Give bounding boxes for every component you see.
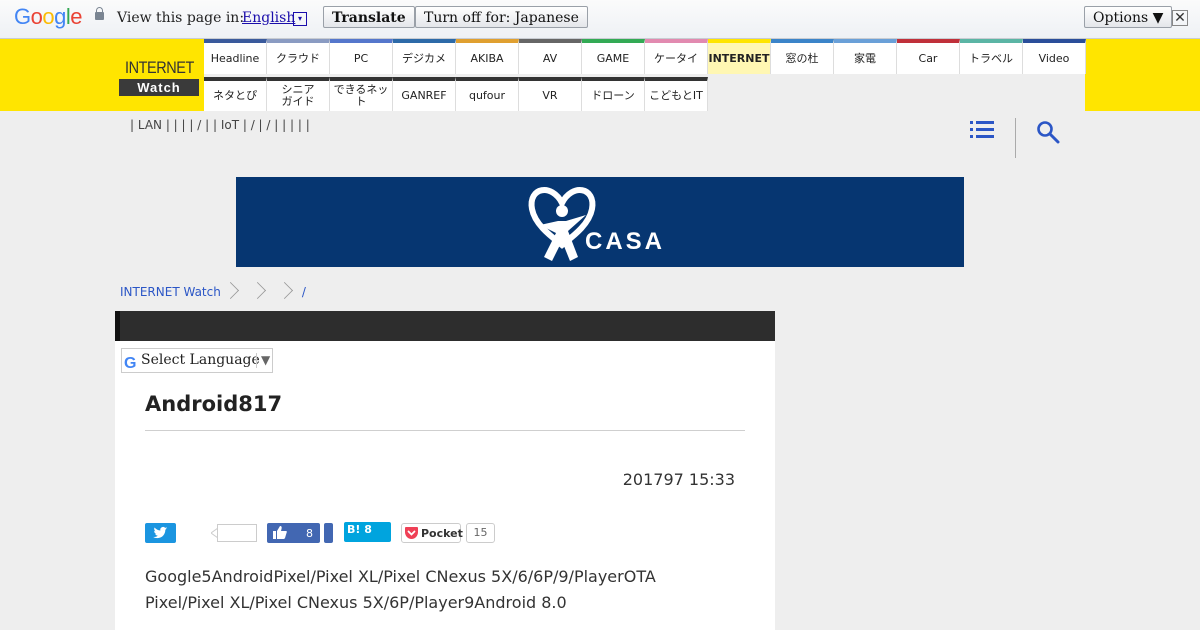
- chevron-right-icon: [275, 282, 293, 299]
- language-select[interactable]: G Select Language ▼: [121, 348, 273, 373]
- google-g-icon: G: [124, 355, 137, 372]
- share-count-box: [217, 524, 257, 542]
- chevron-right-icon: [248, 282, 266, 299]
- nav-tab[interactable]: AV: [519, 39, 582, 74]
- sub-navigation[interactable]: | LAN | | | | / | | IoT | / | / | | | | …: [130, 118, 310, 136]
- breadcrumb: INTERNET Watch /: [120, 281, 306, 299]
- hatena-bookmark-label: B! 8: [347, 523, 372, 536]
- facebook-share-button[interactable]: [324, 523, 333, 543]
- options-button[interactable]: Options ▼: [1084, 6, 1173, 28]
- chevron-right-icon: [221, 282, 239, 299]
- nav-tab[interactable]: 窓の杜: [771, 39, 834, 74]
- language-select-label: Select Language: [141, 352, 260, 368]
- category-bar: [115, 311, 775, 341]
- pocket-button[interactable]: Pocket: [401, 523, 463, 543]
- nav-tab[interactable]: AKIBA: [456, 39, 519, 74]
- nav-subtab[interactable]: ネタとぴ: [204, 77, 267, 111]
- nav-tab[interactable]: Headline: [204, 39, 267, 74]
- twitter-bird-icon: [153, 526, 168, 539]
- ad-brand-text: CASA: [585, 228, 666, 255]
- lock-icon: [95, 7, 104, 20]
- nav-tab[interactable]: ケータイ: [645, 39, 708, 74]
- nav-tab[interactable]: クラウド: [267, 39, 330, 74]
- turn-off-button[interactable]: Turn off for: Japanese: [415, 6, 588, 28]
- search-icon[interactable]: [1036, 120, 1060, 144]
- article-date: 201797 15:33: [622, 470, 735, 489]
- nav-tab[interactable]: PC: [330, 39, 393, 74]
- facebook-like-button[interactable]: 8: [267, 523, 320, 543]
- translate-button[interactable]: Translate: [323, 6, 415, 28]
- logo-internet-text: INTERNET: [125, 58, 194, 77]
- breadcrumb-last-link[interactable]: /: [302, 285, 306, 299]
- article-body-line: Pixel/Pixel XL/Pixel CNexus 5X/6P/Player…: [145, 593, 567, 612]
- nav-subtab[interactable]: ドローン: [582, 77, 645, 111]
- site-logo[interactable]: INTERNET Watch: [119, 57, 199, 97]
- select-divider: [256, 353, 257, 368]
- title-divider: [145, 430, 745, 431]
- logo-watch-text: Watch: [119, 79, 199, 96]
- site-header-right: [1085, 39, 1200, 111]
- nav-tab[interactable]: Car: [897, 39, 960, 74]
- pocket-icon: [405, 527, 418, 539]
- nav-tab[interactable]: GAME: [582, 39, 645, 74]
- target-language-link[interactable]: English: [242, 10, 295, 26]
- close-icon[interactable]: ✕: [1172, 10, 1188, 26]
- nav-tab[interactable]: INTERNET: [708, 39, 771, 74]
- menu-icon[interactable]: [970, 120, 994, 140]
- nav-subtab[interactable]: VR: [519, 77, 582, 111]
- twitter-share-button[interactable]: [145, 523, 176, 543]
- breadcrumb-home-link[interactable]: INTERNET Watch: [120, 285, 221, 299]
- nav-subtab[interactable]: できるネット: [330, 77, 393, 111]
- nav-tab[interactable]: 家電: [834, 39, 897, 74]
- nav-subtab[interactable]: qufour: [456, 77, 519, 111]
- thumbs-up-icon: [273, 526, 287, 539]
- google-logo: Google: [14, 4, 83, 29]
- nav-subtab[interactable]: こどもとIT: [645, 77, 708, 111]
- header-divider: [1015, 118, 1016, 158]
- nav-subtab[interactable]: シニア ガイド: [267, 77, 330, 111]
- chevron-down-icon: ▼: [261, 353, 271, 367]
- facebook-like-count: 8: [306, 527, 313, 540]
- nav-tab[interactable]: デジカメ: [393, 39, 456, 74]
- hatena-bookmark-button[interactable]: B! 8: [344, 522, 391, 542]
- article-body-line: Google5AndroidPixel/Pixel XL/Pixel CNexu…: [145, 567, 656, 586]
- nav-tab[interactable]: トラベル: [960, 39, 1023, 74]
- nav-tab[interactable]: Video: [1023, 39, 1086, 74]
- language-dropdown-icon[interactable]: ▾: [293, 12, 307, 26]
- nav-subtab[interactable]: GANREF: [393, 77, 456, 111]
- pocket-label: Pocket: [421, 527, 463, 540]
- view-page-label: View this page in:: [117, 10, 245, 26]
- pocket-count: 15: [466, 523, 495, 543]
- article-title: Android817: [145, 392, 283, 416]
